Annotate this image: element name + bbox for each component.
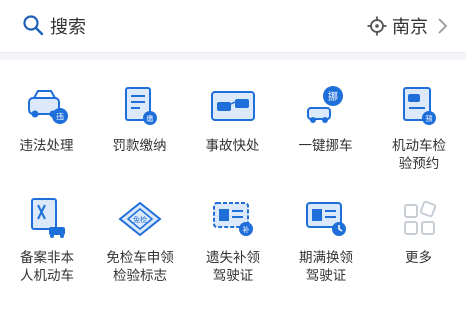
search-icon[interactable]: [22, 14, 44, 36]
renew-license-icon: [306, 202, 346, 236]
service-fine-payment[interactable]: 缴 罚款缴纳: [93, 60, 186, 170]
service-inspection-booking[interactable]: 预 机动车检验预约: [372, 60, 465, 172]
svg-text:缴: 缴: [147, 114, 154, 123]
service-label: 罚款缴纳: [112, 138, 167, 154]
service-violation[interactable]: 违 违法处理: [0, 60, 93, 170]
search-input[interactable]: 搜索: [50, 13, 86, 39]
top-bar: 搜索 南京: [0, 0, 466, 53]
service-replace-license[interactable]: 补 遗失补领驾驶证: [186, 185, 279, 295]
service-label: 期满换领驾驶证: [299, 250, 353, 284]
car-badge-icon: 违: [28, 90, 68, 124]
vehicle-inspection-icon: 预: [403, 87, 436, 125]
fine-document-icon: 缴: [125, 87, 157, 125]
service-accident[interactable]: 事故快处: [186, 60, 279, 170]
exemption-tag-icon: 免检: [118, 201, 162, 237]
more-grid-icon: [404, 200, 437, 235]
service-label: 事故快处: [205, 138, 260, 154]
city-selector[interactable]: 南京: [392, 13, 428, 39]
replace-license-icon: 补: [213, 202, 253, 236]
service-move-car[interactable]: 挪 一键挪车: [279, 60, 372, 170]
service-label: 备案非本人机动车: [20, 250, 74, 284]
service-label: 违法处理: [19, 138, 74, 154]
svg-text:挪: 挪: [328, 90, 338, 103]
move-car-icon: 挪: [307, 86, 343, 123]
accident-cars-icon: [211, 91, 255, 121]
svg-text:补: 补: [243, 225, 250, 234]
service-label: 机动车检验预约: [392, 138, 446, 172]
service-label: 免检车申领检验标志: [106, 250, 174, 284]
service-grid: 违 违法处理 缴 罚款缴纳 事故快处 挪 一键挪车 预 机动车检验预约 备案非本…: [0, 60, 466, 311]
service-register-vehicle[interactable]: 备案非本人机动车: [0, 185, 93, 295]
svg-text:免检: 免检: [133, 215, 147, 224]
location-crosshair-icon[interactable]: [367, 16, 387, 36]
service-more[interactable]: 更多: [372, 185, 465, 295]
service-label: 遗失补领驾驶证: [206, 250, 260, 284]
svg-text:违: 违: [56, 113, 64, 122]
service-label: 一键挪车: [298, 138, 353, 154]
service-label: 更多: [405, 250, 432, 266]
service-renew-license[interactable]: 期满换领驾驶证: [279, 185, 372, 295]
registration-icon: [31, 198, 65, 238]
chevron-right-icon[interactable]: [436, 16, 448, 36]
svg-text:预: 预: [426, 114, 433, 123]
service-exempt-sticker[interactable]: 免检 免检车申领检验标志: [93, 185, 186, 295]
